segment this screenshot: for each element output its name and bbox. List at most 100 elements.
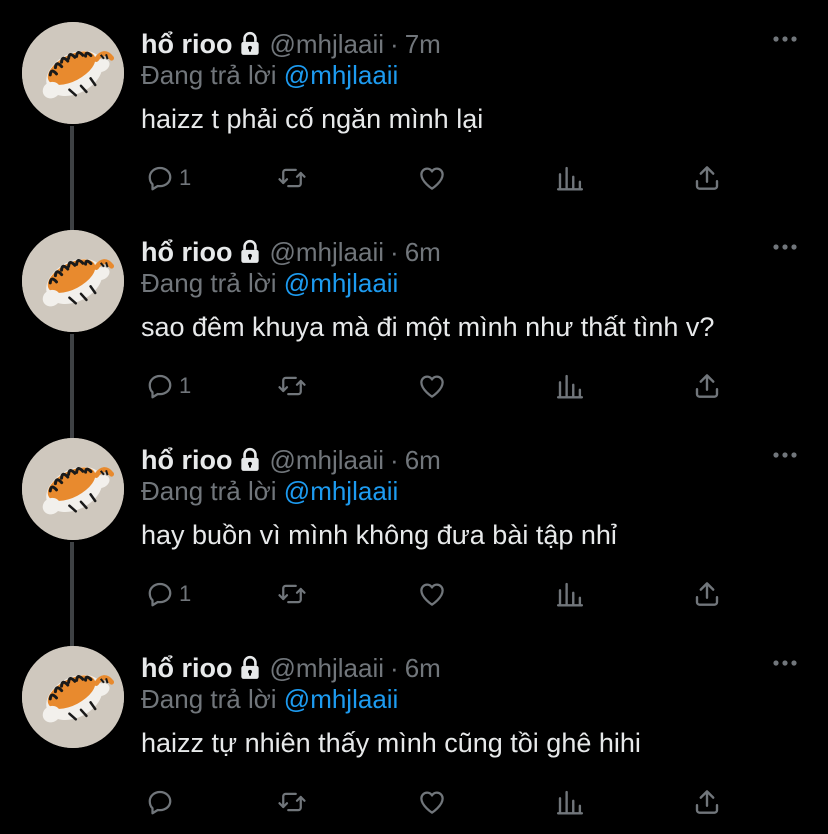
separator-dot: ·	[390, 652, 399, 683]
share-icon	[695, 374, 719, 398]
tweet-actions: 1	[141, 368, 741, 404]
display-name[interactable]: hổ rioo	[141, 445, 232, 476]
timestamp[interactable]: 6m	[405, 653, 441, 684]
like-button[interactable]	[417, 368, 447, 404]
retweet-icon	[278, 376, 306, 396]
replying-to-mention[interactable]: @mhjlaaii	[284, 268, 399, 298]
retweet-icon	[278, 584, 306, 604]
tiger-avatar-icon	[22, 646, 124, 748]
replying-to-mention[interactable]: @mhjlaaii	[284, 60, 399, 90]
more-icon[interactable]	[772, 242, 798, 252]
reply-button[interactable]: 1	[145, 160, 191, 196]
reply-button[interactable]: 1	[145, 368, 191, 404]
replying-to-mention[interactable]: @mhjlaaii	[284, 476, 399, 506]
separator-dot: ·	[390, 236, 399, 267]
user-handle[interactable]: @mhjlaaii	[269, 653, 384, 684]
replying-to: Đang trả lời @mhjlaaii	[141, 684, 398, 715]
user-handle[interactable]: @mhjlaaii	[269, 445, 384, 476]
like-icon	[420, 583, 444, 606]
replying-to: Đang trả lời @mhjlaaii	[141, 268, 398, 299]
tweet[interactable]: hổ rioo @mhjlaaii · 6m Đang trả lời @mhj…	[0, 416, 828, 646]
display-name[interactable]: hổ rioo	[141, 237, 232, 268]
reply-button[interactable]: 1	[145, 576, 191, 612]
analytics-button[interactable]	[555, 784, 585, 820]
retweet-button[interactable]	[277, 576, 307, 612]
tiger-avatar-icon	[22, 438, 124, 540]
share-button[interactable]	[692, 784, 722, 820]
lock-icon	[241, 239, 260, 263]
avatar[interactable]	[22, 22, 124, 124]
analytics-icon	[556, 582, 584, 607]
replying-to-mention[interactable]: @mhjlaaii	[284, 684, 399, 714]
like-icon	[420, 167, 444, 190]
timestamp[interactable]: 7m	[405, 29, 441, 60]
user-handle[interactable]: @mhjlaaii	[269, 237, 384, 268]
analytics-icon	[556, 166, 584, 191]
share-button[interactable]	[692, 368, 722, 404]
replying-to-label: Đang trả lời	[141, 476, 277, 506]
like-button[interactable]	[417, 784, 447, 820]
tweet-actions	[141, 784, 741, 820]
more-icon[interactable]	[772, 450, 798, 460]
tweet-text: sao đêm khuya mà đi một mình như thất tì…	[141, 312, 715, 342]
reply-icon	[148, 790, 172, 815]
tweet-header: hổ rioo @mhjlaaii · 6m	[141, 650, 441, 686]
reply-icon	[148, 166, 172, 191]
separator-dot: ·	[390, 444, 399, 475]
display-name[interactable]: hổ rioo	[141, 653, 232, 684]
tweet[interactable]: hổ rioo @mhjlaaii · 7m Đang trả lời @mhj…	[0, 0, 828, 230]
like-button[interactable]	[417, 160, 447, 196]
user-handle[interactable]: @mhjlaaii	[269, 29, 384, 60]
share-icon	[695, 582, 719, 606]
avatar[interactable]	[22, 230, 124, 332]
tweet[interactable]: hổ rioo @mhjlaaii · 6m Đang trả lời @mhj…	[0, 208, 828, 438]
analytics-button[interactable]	[555, 576, 585, 612]
tweet-text: haizz t phải cố ngăn mình lại	[141, 104, 484, 134]
tweet-actions: 1	[141, 576, 741, 612]
tiger-avatar-icon	[22, 22, 124, 124]
like-button[interactable]	[417, 576, 447, 612]
avatar[interactable]	[22, 646, 124, 748]
retweet-button[interactable]	[277, 784, 307, 820]
lock-icon	[241, 655, 260, 679]
retweet-icon	[278, 792, 306, 812]
replying-to: Đang trả lời @mhjlaaii	[141, 60, 398, 91]
tiger-avatar-icon	[22, 230, 124, 332]
tweet-header: hổ rioo @mhjlaaii · 6m	[141, 234, 441, 270]
share-icon	[695, 790, 719, 814]
tweet-text: hay buồn vì mình không đưa bài tập nhỉ	[141, 520, 617, 550]
reply-count: 1	[179, 581, 192, 606]
replying-to: Đang trả lời @mhjlaaii	[141, 476, 398, 507]
reply-count: 1	[179, 165, 192, 190]
more-icon[interactable]	[772, 34, 798, 44]
reply-button[interactable]	[145, 784, 179, 820]
retweet-icon	[278, 168, 306, 188]
tweet[interactable]: hổ rioo @mhjlaaii · 6m Đang trả lời @mhj…	[0, 624, 828, 832]
replying-to-label: Đang trả lời	[141, 268, 277, 298]
timestamp[interactable]: 6m	[405, 445, 441, 476]
display-name[interactable]: hổ rioo	[141, 29, 232, 60]
lock-icon	[241, 31, 260, 55]
retweet-button[interactable]	[277, 368, 307, 404]
tweet-header: hổ rioo @mhjlaaii · 7m	[141, 26, 441, 62]
analytics-icon	[556, 790, 584, 815]
replying-to-label: Đang trả lời	[141, 684, 277, 714]
timestamp[interactable]: 6m	[405, 237, 441, 268]
reply-icon	[148, 582, 172, 607]
replying-to-label: Đang trả lời	[141, 60, 277, 90]
more-icon[interactable]	[772, 658, 798, 668]
share-button[interactable]	[692, 576, 722, 612]
reply-icon	[148, 374, 172, 399]
retweet-button[interactable]	[277, 160, 307, 196]
share-button[interactable]	[692, 160, 722, 196]
separator-dot: ·	[390, 28, 399, 59]
analytics-button[interactable]	[555, 368, 585, 404]
analytics-icon	[556, 374, 584, 399]
share-icon	[695, 166, 719, 190]
like-icon	[420, 375, 444, 398]
analytics-button[interactable]	[555, 160, 585, 196]
reply-count: 1	[179, 373, 192, 398]
tweet-text: haizz tự nhiên thấy mình cũng tồi ghê hi…	[141, 728, 641, 758]
tweet-actions: 1	[141, 160, 741, 196]
avatar[interactable]	[22, 438, 124, 540]
